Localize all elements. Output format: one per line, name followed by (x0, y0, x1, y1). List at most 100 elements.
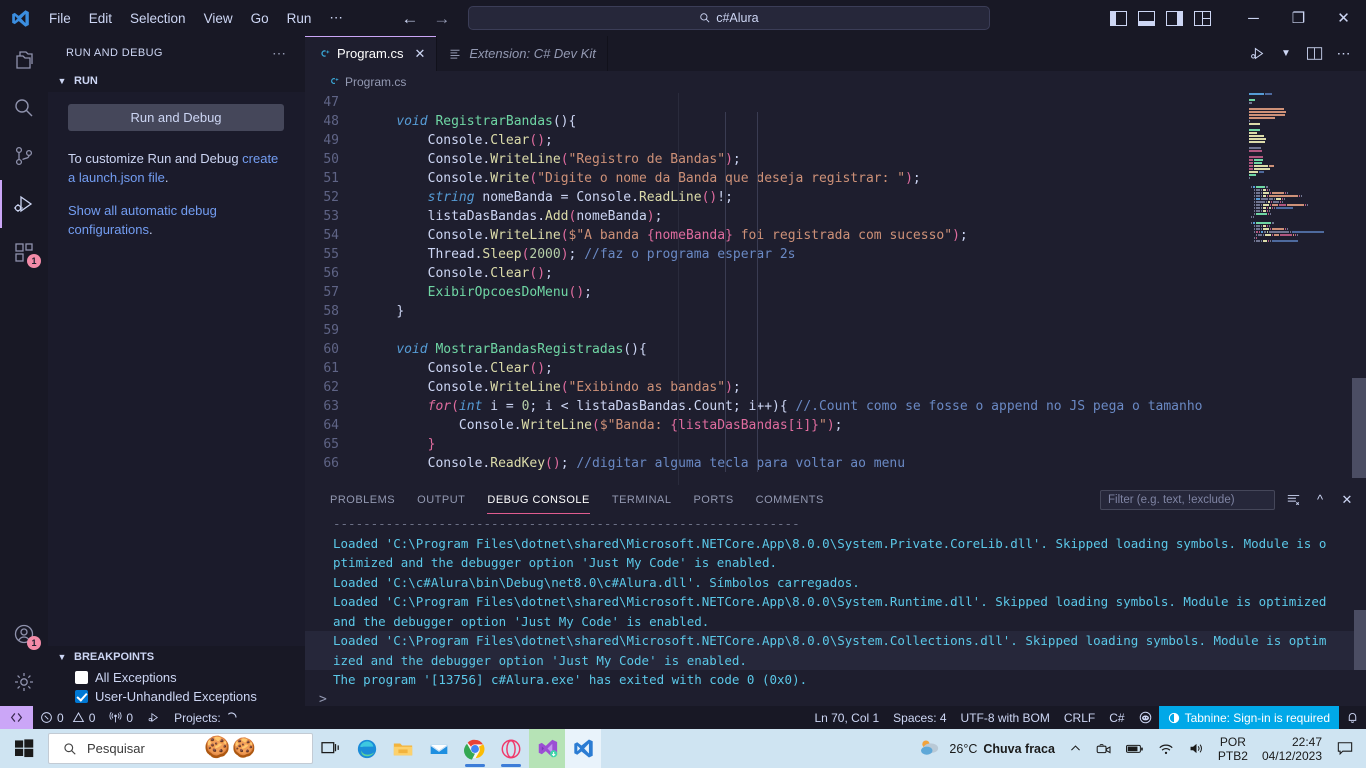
show-hidden-icons-button[interactable] (1062, 729, 1089, 768)
search-value: c#Alura (716, 11, 759, 25)
close-button[interactable]: ✕ (1321, 0, 1366, 36)
customize-layout-icon[interactable] (1191, 7, 1213, 29)
activity-run-and-debug[interactable] (0, 180, 48, 228)
opera-icon[interactable] (493, 729, 529, 768)
sidebar-more-actions[interactable]: ⋯ (272, 45, 287, 62)
windows-start-icon[interactable] (0, 729, 48, 768)
task-view-icon[interactable] (313, 729, 349, 768)
debug-status[interactable] (140, 706, 167, 729)
line-number: 61 (323, 361, 339, 376)
activity-search[interactable] (0, 84, 48, 132)
notification-center-icon[interactable] (1330, 729, 1360, 768)
battery-icon[interactable] (1119, 729, 1151, 768)
volume-icon[interactable] (1181, 729, 1212, 768)
remote-window-button[interactable] (0, 706, 33, 729)
file-explorer-icon[interactable] (385, 729, 421, 768)
console-filter-input[interactable]: Filter (e.g. text, !exclude) (1100, 489, 1275, 510)
language-indicator[interactable]: POR PTB2 (1212, 735, 1254, 763)
checkbox[interactable] (75, 690, 88, 703)
google-chrome-icon[interactable] (457, 729, 493, 768)
activity-explorer[interactable] (0, 36, 48, 84)
menu-edit[interactable]: Edit (80, 7, 121, 30)
clock[interactable]: 22:47 04/12/2023 (1254, 735, 1330, 763)
wifi-icon[interactable] (1151, 729, 1181, 768)
code-text: ExibirOpcoesDoMenu(); (427, 285, 592, 300)
run-section-header[interactable]: ▼ RUN (48, 70, 305, 92)
arrow-left-icon[interactable]: ← (400, 10, 420, 27)
more-actions-icon[interactable]: ⋯ (1334, 44, 1354, 64)
ports-status[interactable]: 0 (102, 706, 140, 729)
menu-run[interactable]: Run (278, 7, 321, 30)
close-icon[interactable]: ✕ (1338, 491, 1356, 509)
tab-comments[interactable]: COMMENTS (745, 485, 835, 514)
problems-status[interactable]: 0 0 (33, 706, 102, 729)
menu-selection[interactable]: Selection (121, 7, 195, 30)
minimap[interactable] (1240, 93, 1352, 506)
notifications-bell-icon[interactable] (1339, 706, 1366, 729)
tab-problems[interactable]: PROBLEMS (319, 485, 406, 514)
visual-studio-icon[interactable] (529, 729, 565, 768)
minimap-line (1240, 165, 1352, 167)
windows-taskbar: Pesquisar 🍪 🍪 26°C Chuva fraca POR PTB2 … (0, 729, 1366, 768)
cursor-position[interactable]: Ln 70, Col 1 (807, 706, 886, 729)
scrollbar-thumb[interactable] (1352, 378, 1366, 478)
debug-console-output[interactable]: ----------------------------------------… (305, 514, 1366, 706)
panel-tab-bar: PROBLEMS OUTPUT DEBUG CONSOLE TERMINAL P… (305, 485, 1366, 514)
minimap-line (1240, 228, 1352, 230)
weather-widget[interactable]: 26°C Chuva fraca (910, 729, 1062, 768)
breakpoints-header[interactable]: ▼ BREAKPOINTS (48, 646, 305, 668)
show-automatic-debug-configs-link[interactable]: Show all automatic debug configurations (68, 203, 217, 237)
clear-console-icon[interactable] (1284, 491, 1302, 509)
activity-source-control[interactable] (0, 132, 48, 180)
microsoft-edge-icon[interactable] (349, 729, 385, 768)
tab-program-cs[interactable]: Program.cs ✕ (305, 36, 438, 71)
meet-now-icon[interactable] (1089, 729, 1119, 768)
chevron-down-icon[interactable]: ▼ (1276, 44, 1296, 64)
breakpoint-user-unhandled-exceptions[interactable]: User-Unhandled Exceptions (48, 687, 305, 706)
checkbox[interactable] (75, 671, 88, 684)
editor-scrollbar[interactable] (1352, 93, 1366, 506)
toggle-secondary-sidebar-icon[interactable] (1163, 7, 1185, 29)
tab-output[interactable]: OUTPUT (406, 485, 476, 514)
chevron-up-icon[interactable]: ^ (1311, 491, 1329, 509)
toggle-primary-sidebar-icon[interactable] (1107, 7, 1129, 29)
projects-status[interactable]: Projects: (167, 706, 245, 729)
activity-manage-settings[interactable] (0, 658, 48, 706)
tab-ports[interactable]: PORTS (682, 485, 744, 514)
code-editor[interactable]: 47 48 void RegistrarBandas(){49 Console.C… (305, 93, 1366, 506)
tab-extension-csharp-dev-kit[interactable]: Extension: C# Dev Kit (437, 36, 608, 71)
encoding[interactable]: UTF-8 with BOM (954, 706, 1057, 729)
minimap-line (1240, 237, 1352, 239)
taskbar-search-input[interactable]: Pesquisar 🍪 🍪 (48, 733, 313, 764)
activity-extensions[interactable]: 1 (0, 228, 48, 276)
activity-accounts[interactable]: 1 (0, 610, 48, 658)
toggle-panel-icon[interactable] (1135, 7, 1157, 29)
vscode-icon[interactable] (565, 729, 601, 768)
console-prompt[interactable]: > (305, 690, 1366, 707)
copilot-icon[interactable] (1132, 706, 1159, 729)
run-debug-icon[interactable] (1247, 44, 1267, 64)
close-icon[interactable]: ✕ (414, 46, 425, 62)
mail-icon[interactable] (421, 729, 457, 768)
minimize-button[interactable]: ─ (1231, 0, 1276, 36)
tabnine-status[interactable]: Tabnine: Sign-in is required (1158, 706, 1339, 729)
menu-view[interactable]: View (195, 7, 242, 30)
command-center-search[interactable]: c#Alura (467, 6, 990, 30)
language-mode[interactable]: C# (1102, 706, 1131, 729)
maximize-button[interactable]: ❐ (1276, 0, 1321, 36)
run-and-debug-button[interactable]: Run and Debug (68, 104, 284, 131)
breadcrumb[interactable]: Program.cs (305, 71, 1366, 93)
menu-more[interactable]: ⋯ (320, 6, 352, 30)
menu-file[interactable]: File (40, 7, 80, 30)
tab-debug-console[interactable]: DEBUG CONSOLE (476, 485, 600, 514)
end-of-line[interactable]: CRLF (1057, 706, 1102, 729)
indentation[interactable]: Spaces: 4 (886, 706, 953, 729)
scrollbar-thumb[interactable] (1354, 610, 1366, 670)
code-text: string nomeBanda = Console.ReadLine()!; (427, 190, 733, 205)
menu-go[interactable]: Go (242, 7, 278, 30)
console-scrollbar[interactable] (1354, 514, 1366, 706)
breakpoint-all-exceptions[interactable]: All Exceptions (48, 668, 305, 687)
tab-terminal[interactable]: TERMINAL (601, 485, 683, 514)
arrow-right-icon[interactable]: → (432, 10, 452, 27)
split-editor-icon[interactable] (1305, 44, 1325, 64)
